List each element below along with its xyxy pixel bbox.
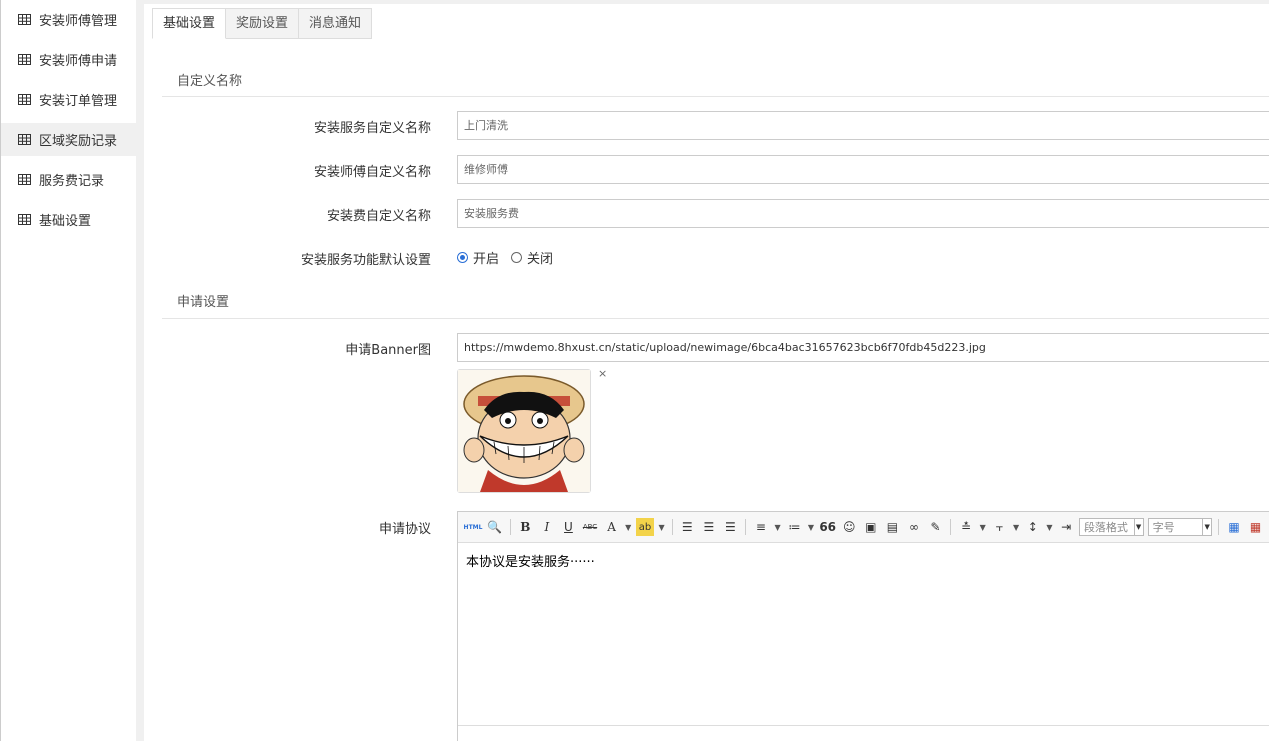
divider bbox=[162, 318, 1269, 319]
divider bbox=[162, 96, 1269, 97]
section-title-apply: 申请设置 bbox=[177, 295, 230, 310]
highlight-button[interactable]: ab bbox=[636, 518, 654, 536]
service-name-label: 安装服务自定义名称 bbox=[313, 121, 431, 136]
radio-off[interactable] bbox=[511, 252, 523, 263]
fee-name-label: 安装费自定义名称 bbox=[326, 209, 431, 224]
agreement-label: 申请协议 bbox=[378, 522, 431, 537]
sidebar-item-label: 服务费记录 bbox=[39, 174, 105, 189]
table-icon bbox=[18, 214, 31, 225]
sidebar-item-service-fee[interactable]: 服务费记录 bbox=[1, 163, 136, 196]
emoji-icon[interactable]: ☺ bbox=[840, 518, 858, 536]
remove-image-button[interactable]: × bbox=[598, 367, 607, 380]
indent-icon[interactable]: ⇥ bbox=[1057, 518, 1075, 536]
sidebar-item-worker-manage[interactable]: 安装师傅管理 bbox=[1, 3, 136, 36]
table-icon bbox=[18, 134, 31, 145]
banner-label: 申请Banner图 bbox=[345, 343, 431, 358]
worker-name-label: 安装师傅自定义名称 bbox=[313, 165, 431, 180]
underline-button[interactable]: U bbox=[560, 518, 578, 536]
default-switch-label: 安装服务功能默认设置 bbox=[300, 253, 431, 268]
tab-notifications[interactable]: 消息通知 bbox=[299, 8, 373, 39]
banner-image bbox=[458, 370, 590, 492]
chevron-down-icon: ▼ bbox=[1202, 519, 1211, 535]
line-height-icon[interactable]: ↕ bbox=[1024, 518, 1042, 536]
radio-on-label[interactable]: 开启 bbox=[473, 248, 499, 267]
sidebar-item-label: 基础设置 bbox=[39, 214, 92, 229]
table-icon bbox=[18, 54, 31, 65]
sidebar-item-label: 安装师傅管理 bbox=[39, 14, 118, 29]
service-name-input[interactable]: 上门清洗 bbox=[457, 111, 1269, 140]
section-title-custom-name: 自定义名称 bbox=[177, 74, 243, 89]
banner-thumbnail bbox=[457, 369, 591, 493]
preview-icon[interactable]: 🔍 bbox=[486, 518, 504, 536]
worker-name-input[interactable]: 维修师傅 bbox=[457, 155, 1269, 184]
table-icon bbox=[18, 14, 31, 25]
chevron-down-icon[interactable]: ▼ bbox=[807, 518, 815, 536]
sidebar-item-order-manage[interactable]: 安装订单管理 bbox=[1, 83, 136, 116]
align-left-icon[interactable]: ☰ bbox=[679, 518, 697, 536]
text-align-icon[interactable]: ≛ bbox=[957, 518, 975, 536]
chevron-down-icon[interactable]: ▼ bbox=[1046, 518, 1054, 536]
radio-on[interactable] bbox=[457, 252, 468, 263]
banner-url-input[interactable]: https://mwdemo.8hxust.cn/static/upload/n… bbox=[457, 333, 1269, 362]
unordered-list-icon[interactable]: ≔ bbox=[786, 518, 804, 536]
video-icon[interactable]: ▤ bbox=[884, 518, 902, 536]
align-right-icon[interactable]: ☰ bbox=[722, 518, 740, 536]
eraser-icon[interactable]: ✎ bbox=[927, 518, 945, 536]
chevron-down-icon[interactable]: ▼ bbox=[979, 518, 987, 536]
paragraph-format-value: 段落格式 bbox=[1083, 521, 1128, 534]
chevron-down-icon: ▼ bbox=[1133, 519, 1143, 535]
font-color-button[interactable]: A bbox=[603, 518, 621, 536]
chevron-down-icon[interactable]: ▼ bbox=[1012, 518, 1020, 536]
table-insert-icon[interactable]: ▦ bbox=[1225, 518, 1243, 536]
sidebar-item-region-reward[interactable]: 区域奖励记录 bbox=[1, 123, 136, 156]
tab-basic-settings[interactable]: 基础设置 bbox=[152, 8, 227, 39]
link-icon[interactable]: ∞ bbox=[905, 518, 923, 536]
toolbar-separator bbox=[745, 519, 747, 535]
toolbar-separator bbox=[950, 519, 952, 535]
toolbar-separator bbox=[671, 519, 673, 535]
font-size-select[interactable]: 字号 ▼ bbox=[1147, 518, 1213, 536]
html-source-button[interactable]: HTML bbox=[464, 518, 483, 536]
paragraph-spacing-icon[interactable]: ⫟ bbox=[991, 518, 1009, 536]
toolbar-separator bbox=[1218, 519, 1220, 535]
fee-name-input[interactable]: 安装服务费 bbox=[457, 199, 1269, 228]
italic-button[interactable]: I bbox=[538, 518, 556, 536]
chevron-down-icon[interactable]: ▼ bbox=[624, 518, 632, 536]
bold-button[interactable]: B bbox=[517, 518, 535, 536]
image-icon[interactable]: ▣ bbox=[862, 518, 880, 536]
sidebar-item-label: 安装师傅申请 bbox=[39, 54, 118, 69]
default-switch-group: 开启 关闭 bbox=[457, 248, 565, 267]
table-icon bbox=[18, 94, 31, 105]
sidebar-item-label: 安装订单管理 bbox=[39, 94, 118, 109]
editor-content[interactable]: 本协议是安装服务······ bbox=[458, 543, 1269, 578]
table-icon bbox=[18, 174, 31, 185]
strikethrough-button[interactable]: ABC bbox=[581, 518, 599, 536]
font-size-value: 字号 bbox=[1152, 521, 1175, 534]
sidebar: 安装师傅管理 安装师傅申请 安装订单管理 区域奖励记录 服务费记录 基础设置 bbox=[0, 0, 136, 741]
sidebar-item-label: 区域奖励记录 bbox=[39, 134, 118, 149]
sidebar-item-basic-settings[interactable]: 基础设置 bbox=[1, 203, 136, 236]
table-delete-icon[interactable]: ▦ bbox=[1247, 518, 1265, 536]
editor-footer-divider bbox=[458, 725, 1269, 726]
paragraph-format-select[interactable]: 段落格式 ▼ bbox=[1078, 518, 1144, 536]
chevron-down-icon[interactable]: ▼ bbox=[658, 518, 666, 536]
align-center-icon[interactable]: ☰ bbox=[700, 518, 718, 536]
tab-reward-settings[interactable]: 奖励设置 bbox=[226, 8, 300, 39]
ordered-list-icon[interactable]: ≡ bbox=[752, 518, 770, 536]
radio-off-label[interactable]: 关闭 bbox=[527, 248, 553, 267]
toolbar-separator bbox=[509, 519, 511, 535]
blockquote-button[interactable]: 66 bbox=[819, 518, 837, 536]
main-panel: 基础设置 奖励设置 消息通知 自定义名称 安装服务自定义名称 上门清洗 安装师傅… bbox=[144, 4, 1269, 741]
tab-bar: 基础设置 奖励设置 消息通知 bbox=[152, 8, 373, 39]
chevron-down-icon[interactable]: ▼ bbox=[774, 518, 782, 536]
editor-toolbar: HTML 🔍 B I U ABC A ▼ ab ▼ ☰ ☰ ☰ ≡ ▼ ≔ ▼ … bbox=[458, 512, 1269, 543]
rich-text-editor: HTML 🔍 B I U ABC A ▼ ab ▼ ☰ ☰ ☰ ≡ ▼ ≔ ▼ … bbox=[457, 511, 1269, 741]
sidebar-item-worker-apply[interactable]: 安装师傅申请 bbox=[1, 43, 136, 76]
